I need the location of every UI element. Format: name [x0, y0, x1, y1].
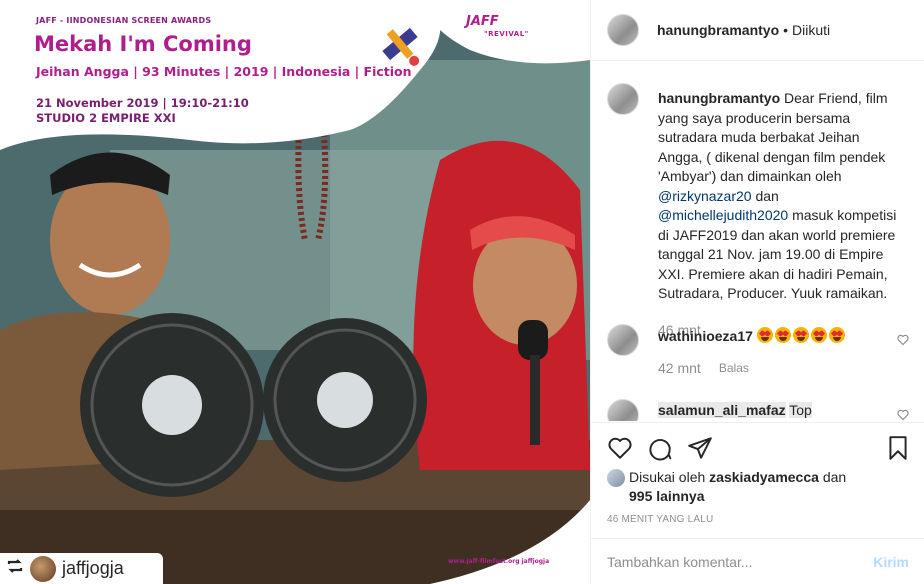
- caption-username[interactable]: hanungbramantyo: [658, 90, 780, 106]
- post-header: hanungbramantyo • Diikuti: [591, 0, 924, 61]
- poster-date: 21 November 2019 | 19:10-21:10: [36, 96, 249, 110]
- heart-eyes-emoji: [756, 327, 847, 344]
- post-comment-button[interactable]: Kirim: [873, 554, 909, 570]
- comment-text: Top: [789, 402, 812, 418]
- reply-button[interactable]: Balas: [719, 361, 749, 375]
- comment-input[interactable]: [607, 553, 874, 570]
- author-avatar[interactable]: [607, 14, 639, 46]
- liker-username[interactable]: zaskiadyamecca: [709, 469, 819, 485]
- likes-prefix: Disukai oleh: [629, 469, 706, 485]
- bookmark-icon[interactable]: [885, 435, 911, 461]
- comment-body: salamun_ali_mafaz Top: [658, 401, 898, 421]
- comment-time[interactable]: 42 mnt: [658, 360, 701, 376]
- repost-badge[interactable]: jaffjogja: [0, 553, 163, 584]
- action-bar: [591, 422, 924, 472]
- post-timestamp[interactable]: 46 MENIT YANG LALU: [607, 514, 713, 525]
- likes-text: Disukai oleh zaskiadyamecca dan 995 lain…: [629, 468, 846, 506]
- commenter-avatar[interactable]: [607, 324, 639, 356]
- commenter-username[interactable]: wathinioeza17: [658, 328, 753, 344]
- likes-others[interactable]: 995 lainnya: [629, 488, 705, 504]
- jaff-logo: JAFF: [466, 14, 499, 29]
- comment-meta: 42 mnt Balas: [658, 360, 749, 376]
- repost-username[interactable]: jaffjogja: [62, 558, 124, 579]
- comment-like-icon[interactable]: [897, 334, 909, 346]
- mention-link[interactable]: @michellejudith2020: [658, 207, 788, 223]
- commenter-avatar[interactable]: [607, 399, 639, 421]
- comment-body: wathinioeza17: [658, 327, 898, 347]
- post-image[interactable]: JAFF - IINDONESIAN SCREEN AWARDS Mekah I…: [0, 0, 590, 584]
- commenter-username[interactable]: salamun_ali_mafaz: [658, 402, 786, 418]
- poster-meta: Jeihan Angga | 93 Minutes | 2019 | Indon…: [36, 64, 412, 79]
- liker-avatar[interactable]: [607, 469, 625, 487]
- poster-venue: STUDIO 2 EMPIRE XXI: [36, 111, 176, 125]
- mention-link[interactable]: @rizkynazar20: [658, 188, 752, 204]
- poster-footer: www.jaff-filmfest.org jaffjogja: [448, 558, 550, 565]
- author-username[interactable]: hanungbramantyo: [657, 22, 779, 38]
- poster-org: JAFF - IINDONESIAN SCREEN AWARDS: [36, 16, 212, 25]
- comment-item: salamun_ali_mafaz Top: [607, 399, 909, 421]
- header-separator: •: [783, 22, 789, 38]
- caption-body: hanungbramantyo Dear Friend, film yang s…: [658, 89, 898, 304]
- jaff-logo-subtitle: "REVIVAL": [484, 30, 529, 38]
- caption: hanungbramantyo Dear Friend, film yang s…: [607, 83, 909, 343]
- likes-and: dan: [822, 469, 847, 485]
- caption-text-2: dan: [755, 187, 779, 204]
- poster-title: Mekah I'm Coming: [34, 32, 252, 56]
- repost-avatar[interactable]: [30, 555, 56, 582]
- movie-still: [0, 0, 590, 584]
- post-sidebar: hanungbramantyo • Diikuti hanungbramanty…: [590, 0, 924, 584]
- comment-icon[interactable]: [647, 435, 673, 461]
- follow-status-button[interactable]: Diikuti: [792, 22, 830, 38]
- likes-summary: Disukai oleh zaskiadyamecca dan 995 lain…: [607, 468, 907, 506]
- repost-icon: [6, 557, 24, 580]
- add-comment-bar: Kirim: [591, 538, 924, 584]
- caption-avatar[interactable]: [607, 83, 639, 115]
- comment-item: wathinioeza17 42 mnt Balas: [607, 324, 909, 384]
- heart-icon[interactable]: [607, 435, 633, 461]
- share-icon[interactable]: [687, 435, 713, 461]
- comments-list[interactable]: hanungbramantyo Dear Friend, film yang s…: [591, 61, 924, 421]
- comment-like-icon[interactable]: [897, 409, 909, 421]
